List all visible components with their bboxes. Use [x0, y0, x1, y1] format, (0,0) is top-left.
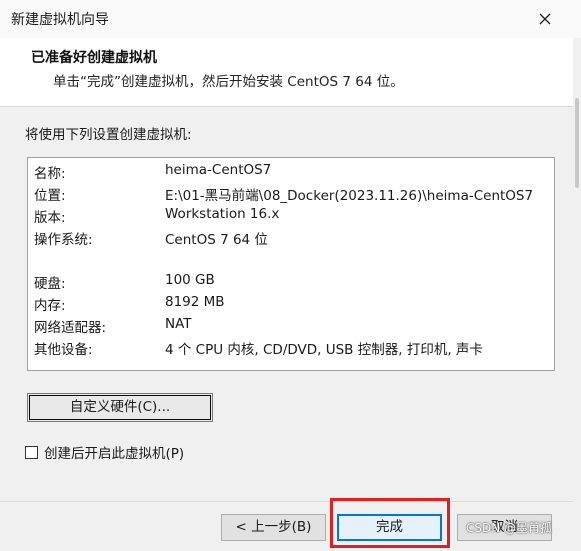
summary-value: 8192 MB [165, 294, 225, 310]
power-on-checkbox[interactable] [25, 445, 38, 459]
summary-key: 硬盘: [34, 276, 66, 292]
wizard-header: 已准备好创建虚拟机 单击“完成”创建虚拟机，然后开始安装 CentOS 7 64… [0, 38, 581, 107]
close-button[interactable] [529, 4, 561, 34]
close-icon [539, 13, 551, 25]
title-bar: 新建虚拟机向导 [0, 0, 581, 39]
power-on-checkbox-row[interactable]: 创建后开启此虚拟机(P) [25, 442, 184, 462]
header-subtitle: 单击“完成”创建虚拟机，然后开始安装 CentOS 7 64 位。 [53, 74, 404, 90]
watermark: CSDN @墨苒孤 [466, 521, 553, 535]
summary-key: 网络适配器: [34, 320, 107, 336]
summary-key: 其他设备: [34, 342, 93, 358]
header-title: 已准备好创建虚拟机 [31, 50, 157, 66]
summary-key: 内存: [34, 298, 66, 314]
settings-summary: 名称: heima-CentOS7 位置: E:\01-黑马前端\08_Dock… [27, 157, 555, 371]
footer-divider [0, 501, 581, 502]
summary-value: heima-CentOS7 [165, 162, 272, 178]
power-on-checkbox-label[interactable]: 创建后开启此虚拟机(P) [44, 442, 184, 462]
summary-label: 将使用下列设置创建虚拟机: [25, 127, 192, 143]
summary-key: 名称: [34, 166, 66, 182]
scrollbar[interactable] [573, 38, 581, 551]
window-title: 新建虚拟机向导 [11, 12, 109, 28]
customize-hardware-button[interactable]: 自定义硬件(C)... [27, 393, 213, 422]
back-button[interactable]: < 上一步(B) [221, 514, 326, 541]
summary-value: 100 GB [165, 272, 215, 288]
summary-value: 4 个 CPU 内核, CD/DVD, USB 控制器, 打印机, 声卡 [165, 342, 483, 358]
finish-button[interactable]: 完成 [337, 514, 442, 541]
summary-value: NAT [165, 316, 192, 332]
summary-key: 操作系统: [34, 232, 93, 248]
summary-value: CentOS 7 64 位 [165, 232, 268, 248]
summary-key: 位置: [34, 188, 66, 204]
summary-key: 版本: [34, 210, 66, 226]
summary-value: E:\01-黑马前端\08_Docker(2023.11.26)\heima-C… [165, 188, 534, 204]
scrollbar-thumb[interactable] [575, 98, 579, 188]
summary-value: Workstation 16.x [165, 206, 280, 222]
